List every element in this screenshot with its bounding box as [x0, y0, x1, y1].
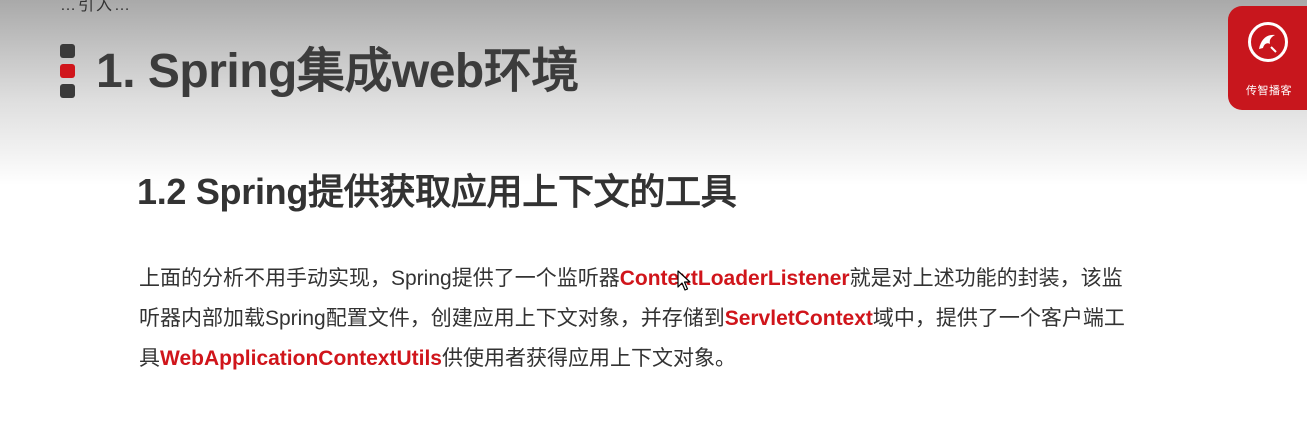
- title-marker-icon: [60, 44, 75, 98]
- marker-block-middle: [60, 64, 75, 78]
- mouse-pointer-icon: [677, 270, 691, 291]
- line-2-text-start: 听器内部加载Spring配置文件，创建应用上下文对象，并存储到: [139, 307, 725, 330]
- line-3-text-start: 具: [139, 347, 160, 370]
- paragraph-line-3: 具WebApplicationContextUtils供使用者获得应用上下文对象…: [139, 339, 1239, 379]
- page-title: 1. Spring集成web环境: [96, 45, 579, 98]
- marker-block-bottom: [60, 84, 75, 98]
- paragraph-line-2: 听器内部加载Spring配置文件，创建应用上下文对象，并存储到ServletCo…: [139, 299, 1239, 339]
- cropped-top-text: …引入…: [60, 0, 133, 14]
- line-1-text-end: 就是对上述功能的封装，该监: [849, 267, 1123, 290]
- highlight-web-application-context-utils: WebApplicationContextUtils: [160, 347, 442, 370]
- section-subtitle: 1.2 Spring提供获取应用上下文的工具: [137, 171, 737, 212]
- line-1-text-start: 上面的分析不用手动实现，Spring提供了一个监听器: [139, 267, 620, 290]
- dragon-icon: [1259, 34, 1277, 53]
- logo-text: 传智播客: [1246, 85, 1292, 97]
- highlight-servlet-context: ServletContext: [724, 307, 873, 330]
- highlight-context-loader-listener: ContextLoaderListener: [619, 267, 850, 290]
- line-2-text-end: 域中，提供了一个客户端工: [872, 307, 1125, 330]
- brand-logo: 传智播客: [1228, 6, 1307, 110]
- marker-block-top: [60, 44, 75, 58]
- logo-emblem-icon: [1248, 22, 1288, 62]
- line-3-text-end: 供使用者获得应用上下文对象。: [441, 347, 736, 370]
